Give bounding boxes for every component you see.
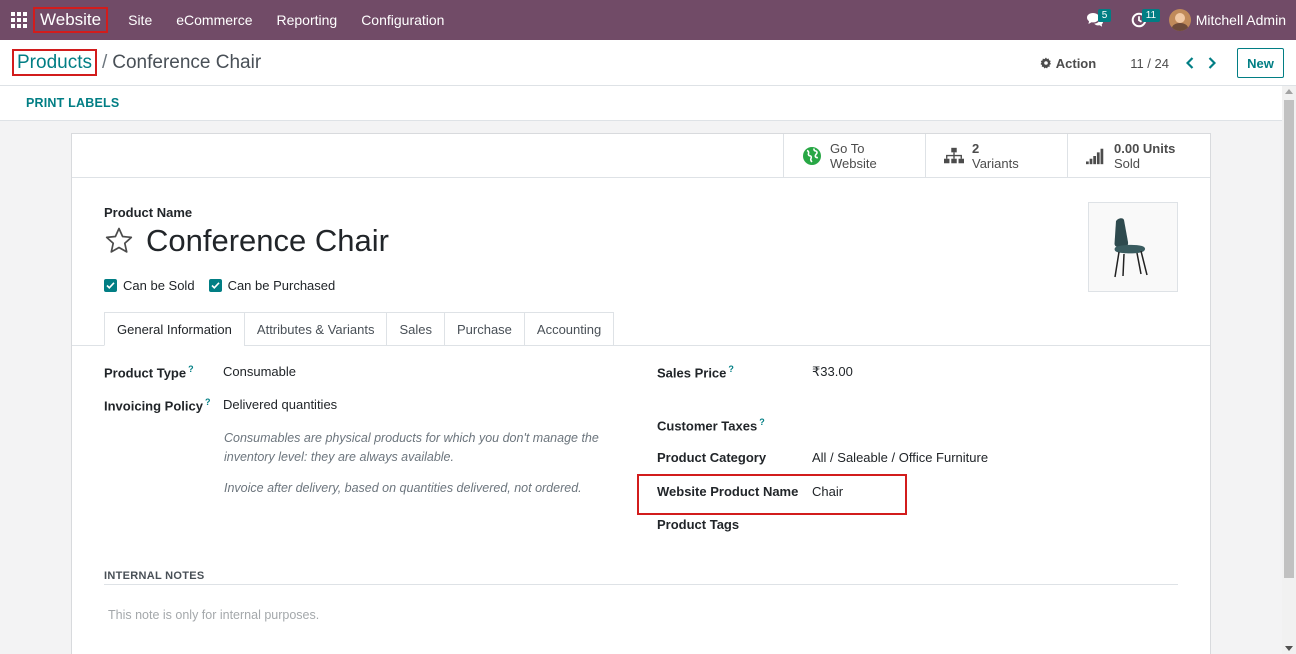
tab-attributes-variants[interactable]: Attributes & Variants bbox=[243, 312, 387, 346]
form-tabs: General Information Attributes & Variant… bbox=[104, 312, 615, 346]
consumable-help-text: Consumables are physical products for wh… bbox=[224, 431, 599, 464]
user-name[interactable]: Mitchell Admin bbox=[1196, 12, 1286, 28]
product-category-field: Product Category All / Saleable / Office… bbox=[657, 450, 988, 465]
menu-site[interactable]: Site bbox=[116, 0, 164, 40]
signal-bars-icon bbox=[1086, 148, 1104, 165]
check-icon bbox=[210, 282, 220, 289]
invoicing-policy-select[interactable]: Delivered quantities bbox=[223, 397, 337, 413]
can-be-purchased-label[interactable]: Can be Purchased bbox=[228, 278, 336, 293]
product-flags: Can be Sold Can be Purchased bbox=[104, 278, 349, 293]
highlight-annotation-box bbox=[637, 474, 907, 515]
product-type-label: Product Type? bbox=[104, 364, 194, 381]
chair-image bbox=[1114, 218, 1148, 278]
help-tooltip-icon[interactable]: ? bbox=[759, 417, 765, 427]
internal-notes-textarea[interactable]: This note is only for internal purposes. bbox=[108, 608, 319, 622]
control-panel: Products / Conference Chair Action 11 / … bbox=[0, 40, 1296, 86]
pager-previous-button[interactable] bbox=[1179, 48, 1201, 78]
invoicing-policy-label: Invoicing Policy? bbox=[104, 397, 211, 414]
menu-reporting[interactable]: Reporting bbox=[264, 0, 349, 40]
tab-purchase[interactable]: Purchase bbox=[443, 312, 524, 346]
internal-notes-divider bbox=[104, 584, 1178, 585]
variants-label: Variants bbox=[972, 156, 1019, 171]
activities-count-badge: 11 bbox=[1141, 9, 1161, 22]
variants-button[interactable]: 2 Variants bbox=[925, 134, 1067, 178]
breadcrumb: Products / Conference Chair bbox=[12, 49, 261, 76]
help-tooltip-icon[interactable]: ? bbox=[728, 364, 734, 374]
product-title-row: Conference Chair bbox=[104, 223, 389, 259]
chevron-left-icon bbox=[1186, 57, 1194, 69]
menu-configuration[interactable]: Configuration bbox=[349, 0, 456, 40]
sales-price-input[interactable]: ₹33.00 bbox=[812, 364, 853, 380]
product-tags-field: Product Tags bbox=[657, 517, 812, 532]
user-avatar[interactable] bbox=[1168, 9, 1191, 31]
sales-price-label: Sales Price? bbox=[657, 364, 734, 381]
units-sold-label: Sold bbox=[1114, 156, 1141, 171]
form-statusbar: PRINT LABELS bbox=[0, 86, 1282, 121]
form-sheet: Go To Website 2 Variants 0.00 Units Sold… bbox=[71, 133, 1211, 654]
go-to-website-button[interactable]: Go To Website bbox=[783, 134, 925, 178]
activity-menu[interactable]: 11 bbox=[1117, 0, 1161, 40]
breadcrumb-products-link[interactable]: Products bbox=[12, 49, 97, 76]
tab-general-information[interactable]: General Information bbox=[104, 312, 244, 346]
main-menu: Site eCommerce Reporting Configuration bbox=[116, 0, 456, 40]
scroll-down-arrow-icon[interactable] bbox=[1285, 646, 1293, 651]
sitemap-icon bbox=[944, 147, 964, 164]
product-type-field: Product Type? Consumable bbox=[104, 364, 296, 380]
systray: 5 11 Mitchell Admin bbox=[1073, 0, 1296, 40]
pager-next-button[interactable] bbox=[1201, 48, 1223, 78]
product-tags-label: Product Tags bbox=[657, 517, 740, 532]
sales-price-field: Sales Price? ₹33.00 bbox=[657, 364, 853, 380]
favorite-star-icon[interactable] bbox=[104, 226, 134, 256]
product-category-input[interactable]: All / Saleable / Office Furniture bbox=[812, 450, 988, 465]
gear-icon bbox=[1040, 57, 1051, 69]
help-tooltip-icon[interactable]: ? bbox=[188, 364, 194, 374]
breadcrumb-separator: / bbox=[101, 51, 108, 73]
action-menu-button[interactable]: Action bbox=[1040, 56, 1096, 71]
action-label: Action bbox=[1055, 55, 1097, 71]
control-panel-actions: Action 11 / 24 New bbox=[1040, 47, 1284, 79]
units-sold-button[interactable]: 0.00 Units Sold bbox=[1067, 134, 1209, 178]
menu-ecommerce[interactable]: eCommerce bbox=[164, 0, 264, 40]
can-be-purchased-checkbox[interactable] bbox=[208, 279, 222, 292]
messages-count-badge: 5 bbox=[1097, 9, 1112, 22]
print-labels-button[interactable]: PRINT LABELS bbox=[26, 96, 119, 110]
check-icon bbox=[106, 282, 115, 289]
product-image[interactable] bbox=[1088, 202, 1178, 292]
product-name-label: Product Name bbox=[104, 205, 193, 220]
help-tooltip-icon[interactable]: ? bbox=[205, 397, 211, 407]
smart-button-box: Go To Website 2 Variants 0.00 Units Sold bbox=[72, 134, 1210, 178]
vertical-scrollbar[interactable] bbox=[1282, 86, 1296, 654]
product-category-label: Product Category bbox=[657, 450, 767, 465]
website-button-line1: Go To bbox=[830, 141, 865, 156]
website-button-line2: Website bbox=[830, 156, 877, 171]
pager-value[interactable]: 11 / 24 bbox=[1130, 56, 1169, 71]
globe-icon bbox=[803, 147, 821, 165]
scroll-thumb[interactable] bbox=[1284, 100, 1294, 578]
invoicing-policy-field: Invoicing Policy? Delivered quantities bbox=[104, 397, 337, 413]
units-sold-value: 0.00 Units bbox=[1114, 141, 1176, 156]
internal-notes-title: INTERNAL NOTES bbox=[104, 570, 205, 582]
chevron-right-icon bbox=[1208, 57, 1216, 69]
product-name-input[interactable]: Conference Chair bbox=[146, 223, 389, 259]
tab-accounting[interactable]: Accounting bbox=[523, 312, 615, 346]
messaging-menu[interactable]: 5 bbox=[1073, 0, 1117, 40]
variants-count: 2 bbox=[972, 141, 980, 156]
scroll-up-arrow-icon[interactable] bbox=[1285, 89, 1293, 94]
can-be-sold-checkbox[interactable] bbox=[104, 279, 117, 292]
product-type-select[interactable]: Consumable bbox=[223, 364, 296, 380]
invoice-help-text: Invoice after delivery, based on quantit… bbox=[224, 481, 582, 495]
customer-taxes-field: Customer Taxes? bbox=[657, 417, 812, 433]
tab-sales[interactable]: Sales bbox=[386, 312, 444, 346]
can-be-sold-label[interactable]: Can be Sold bbox=[123, 278, 195, 293]
app-brand[interactable]: Website bbox=[33, 7, 109, 33]
new-button[interactable]: New bbox=[1237, 48, 1284, 78]
breadcrumb-current: Conference Chair bbox=[112, 51, 262, 73]
customer-taxes-label: Customer Taxes? bbox=[657, 417, 765, 434]
top-navbar: Website Site eCommerce Reporting Configu… bbox=[0, 0, 1296, 40]
